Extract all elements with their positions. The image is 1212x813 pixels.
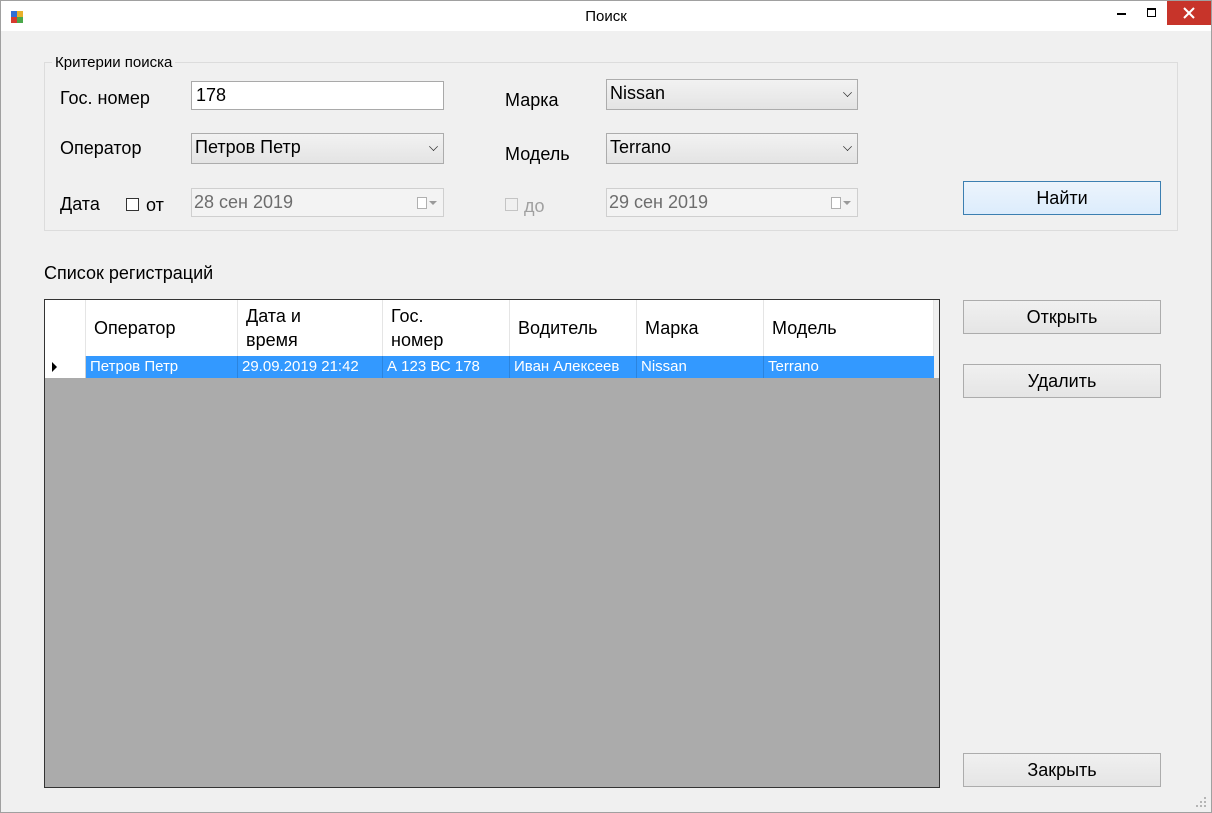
cell-datetime: 29.09.2019 21:42 (238, 356, 383, 378)
to-date-checkbox[interactable] (505, 198, 518, 211)
delete-button[interactable]: Удалить (963, 364, 1161, 398)
date-label: Дата (60, 194, 100, 214)
maximize-button[interactable] (1137, 1, 1167, 25)
find-button[interactable]: Найти (963, 181, 1161, 215)
operator-label: Оператор (60, 138, 142, 158)
to-date-picker[interactable]: 29 сен 2019 (606, 188, 858, 217)
plate-label: Гос. номер (60, 88, 150, 108)
cell-brand: Nissan (637, 356, 764, 378)
grid-edge (934, 300, 939, 378)
cell-plate: А 123 ВС 178 (383, 356, 510, 378)
column-header-datetime[interactable]: Дата и время (238, 300, 383, 356)
registrations-grid[interactable]: Оператор Дата и время Гос. номер Водител… (44, 299, 940, 788)
column-header-model[interactable]: Модель (764, 300, 934, 356)
column-header-plate[interactable]: Гос. номер (383, 300, 510, 356)
model-label: Модель (505, 144, 570, 164)
search-criteria-title: Критерии поиска (52, 54, 176, 71)
close-button[interactable]: Закрыть (963, 753, 1161, 787)
dropdown-arrow-icon (429, 201, 437, 205)
window-title: Поиск (585, 8, 627, 25)
from-date-checkbox[interactable] (126, 198, 139, 211)
current-row-icon (52, 362, 57, 372)
chevron-down-icon (429, 142, 438, 151)
operator-value: Петров Петр (195, 137, 301, 157)
model-combo[interactable]: Terrano (606, 133, 858, 164)
close-window-button[interactable] (1167, 1, 1211, 25)
close-icon (1183, 7, 1195, 19)
grid-header: Оператор Дата и время Гос. номер Водител… (45, 300, 934, 357)
chevron-down-icon (843, 88, 852, 97)
column-header-brand[interactable]: Марка (637, 300, 764, 356)
column-header-driver[interactable]: Водитель (510, 300, 637, 356)
from-date-value: 28 сен 2019 (194, 192, 294, 212)
brand-label: Марка (505, 90, 559, 110)
to-date-value: 29 сен 2019 (609, 192, 709, 212)
column-header-operator[interactable]: Оператор (86, 300, 238, 356)
resize-grip-icon[interactable] (1195, 796, 1207, 808)
plate-input[interactable] (191, 81, 444, 110)
registrations-title: Список регистраций (44, 263, 214, 283)
minimize-button[interactable] (1107, 1, 1137, 25)
row-header[interactable] (45, 356, 86, 378)
operator-combo[interactable]: Петров Петр (191, 133, 444, 164)
open-button[interactable]: Открыть (963, 300, 1161, 334)
cell-model: Terrano (768, 358, 819, 375)
search-window: Поиск Критерии поиска Гос. номер Операто… (0, 0, 1212, 813)
calendar-icon (831, 197, 841, 209)
model-value: Terrano (610, 137, 672, 157)
brand-value: Nissan (610, 83, 666, 103)
to-label: до (524, 196, 545, 216)
cell-operator: Петров Петр (86, 356, 238, 378)
title-bar[interactable]: Поиск (1, 1, 1211, 31)
brand-combo[interactable]: Nissan (606, 79, 858, 110)
chevron-down-icon (843, 142, 852, 151)
from-label: от (146, 195, 164, 215)
from-date-picker[interactable]: 28 сен 2019 (191, 188, 444, 217)
dropdown-arrow-icon (843, 201, 851, 205)
cell-driver: Иван Алексеев (510, 356, 637, 378)
table-row[interactable]: Петров Петр 29.09.2019 21:42 А 123 ВС 17… (86, 356, 934, 378)
calendar-icon (417, 197, 427, 209)
grid-corner-header (45, 300, 86, 356)
